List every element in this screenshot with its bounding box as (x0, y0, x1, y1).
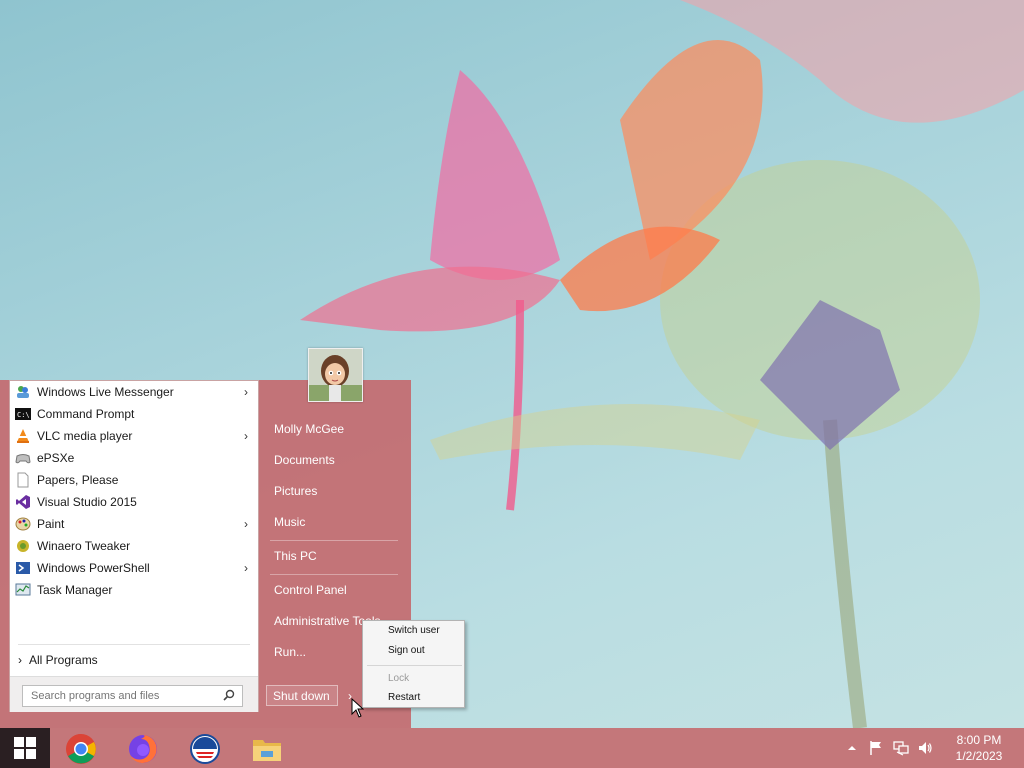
start-button[interactable] (0, 728, 50, 768)
program-item-command-prompt[interactable]: C:\ Command Prompt (10, 403, 258, 425)
start-menu-program-pane: Windows Live Messenger › C:\ Command Pro… (9, 380, 259, 712)
program-label: Winaero Tweaker (37, 539, 131, 553)
program-label: VLC media player (37, 429, 133, 443)
svg-text:C:\: C:\ (17, 411, 30, 419)
pictures-link[interactable]: Pictures (274, 484, 317, 498)
documents-link[interactable]: Documents (274, 453, 335, 467)
chrome-taskbar-button[interactable] (64, 732, 98, 766)
winaero-icon (15, 538, 31, 554)
vlc-icon (15, 428, 31, 444)
messenger-icon (15, 384, 31, 400)
program-label: Visual Studio 2015 (37, 495, 137, 509)
task-manager-icon (15, 582, 31, 598)
power-options-menu: Switch user Sign out Lock Restart (362, 620, 465, 708)
clock-time: 8:00 PM (956, 733, 1002, 747)
start-menu: Windows Live Messenger › C:\ Command Pro… (0, 371, 411, 728)
windows-logo-icon (14, 737, 36, 759)
lock-menu-item: Lock (388, 673, 410, 684)
music-link[interactable]: Music (274, 515, 305, 529)
menu-separator (367, 665, 462, 666)
file-explorer-taskbar-button[interactable] (250, 732, 284, 766)
program-label: Windows PowerShell (37, 561, 150, 575)
submenu-arrow-icon: › (244, 561, 248, 575)
search-input[interactable] (23, 686, 213, 706)
document-icon (15, 472, 31, 488)
volume-icon[interactable] (917, 740, 933, 756)
restart-menu-item[interactable]: Restart (388, 692, 420, 703)
shutdown-button[interactable]: Shut down (266, 685, 338, 706)
gamepad-icon (15, 450, 31, 466)
clock-date: 1/2/2023 (955, 749, 1003, 763)
program-label: ePSXe (37, 451, 75, 465)
sign-out-menu-item[interactable]: Sign out (388, 645, 425, 656)
program-item-papers-please[interactable]: Papers, Please (10, 469, 258, 491)
search-icon[interactable] (223, 689, 236, 705)
mouse-cursor-icon (351, 698, 365, 718)
submenu-arrow-icon: › (244, 385, 248, 399)
all-programs-button[interactable]: › All Programs (10, 649, 258, 671)
program-label: Command Prompt (37, 407, 135, 421)
program-label: Windows Live Messenger (37, 385, 174, 399)
submenu-arrow-icon: › (244, 517, 248, 531)
places-separator (270, 540, 398, 541)
show-hidden-icons-icon[interactable] (848, 744, 856, 752)
search-box[interactable] (22, 685, 243, 707)
taskbar: 8:00 PM 1/2/2023 (0, 728, 1024, 768)
program-list: Windows Live Messenger › C:\ Command Pro… (10, 381, 258, 601)
control-panel-link[interactable]: Control Panel (274, 583, 347, 597)
program-item-epsxe[interactable]: ePSXe (10, 447, 258, 469)
command-prompt-icon: C:\ (15, 406, 31, 422)
program-item-vlc[interactable]: VLC media player › (10, 425, 258, 447)
firefox-icon (129, 735, 157, 763)
program-list-separator (18, 644, 250, 645)
switch-user-menu-item[interactable]: Switch user (388, 625, 440, 636)
user-name-link[interactable]: Molly McGee (274, 422, 344, 436)
avatar[interactable] (308, 348, 363, 402)
program-item-powershell[interactable]: Windows PowerShell › (10, 557, 258, 579)
program-label: Paint (37, 517, 65, 531)
action-center-flag-icon[interactable] (868, 740, 884, 756)
opera-icon (190, 734, 220, 764)
paint-palette-icon (15, 516, 31, 532)
this-pc-link[interactable]: This PC (274, 549, 317, 563)
program-item-paint[interactable]: Paint › (10, 513, 258, 535)
program-item-winaero-tweaker[interactable]: Winaero Tweaker (10, 535, 258, 557)
network-icon[interactable] (893, 740, 909, 756)
program-label: Papers, Please (37, 473, 119, 487)
submenu-arrow-icon: › (244, 429, 248, 443)
visual-studio-icon (15, 494, 31, 510)
places-separator (270, 574, 398, 575)
program-item-visual-studio[interactable]: Visual Studio 2015 (10, 491, 258, 513)
firefox-taskbar-button[interactable] (126, 732, 160, 766)
program-label: Task Manager (37, 583, 113, 597)
run-link[interactable]: Run... (274, 645, 306, 659)
all-programs-label: All Programs (29, 653, 98, 667)
chevron-right-icon: › (18, 653, 22, 667)
chrome-icon (66, 734, 96, 764)
program-item-windows-live-messenger[interactable]: Windows Live Messenger › (10, 381, 258, 403)
taskbar-clock[interactable]: 8:00 PM 1/2/2023 (944, 732, 1014, 764)
program-item-task-manager[interactable]: Task Manager (10, 579, 258, 601)
powershell-icon (15, 560, 31, 576)
file-explorer-icon (253, 740, 281, 761)
search-area (10, 676, 258, 712)
opera-taskbar-button[interactable] (188, 732, 222, 766)
